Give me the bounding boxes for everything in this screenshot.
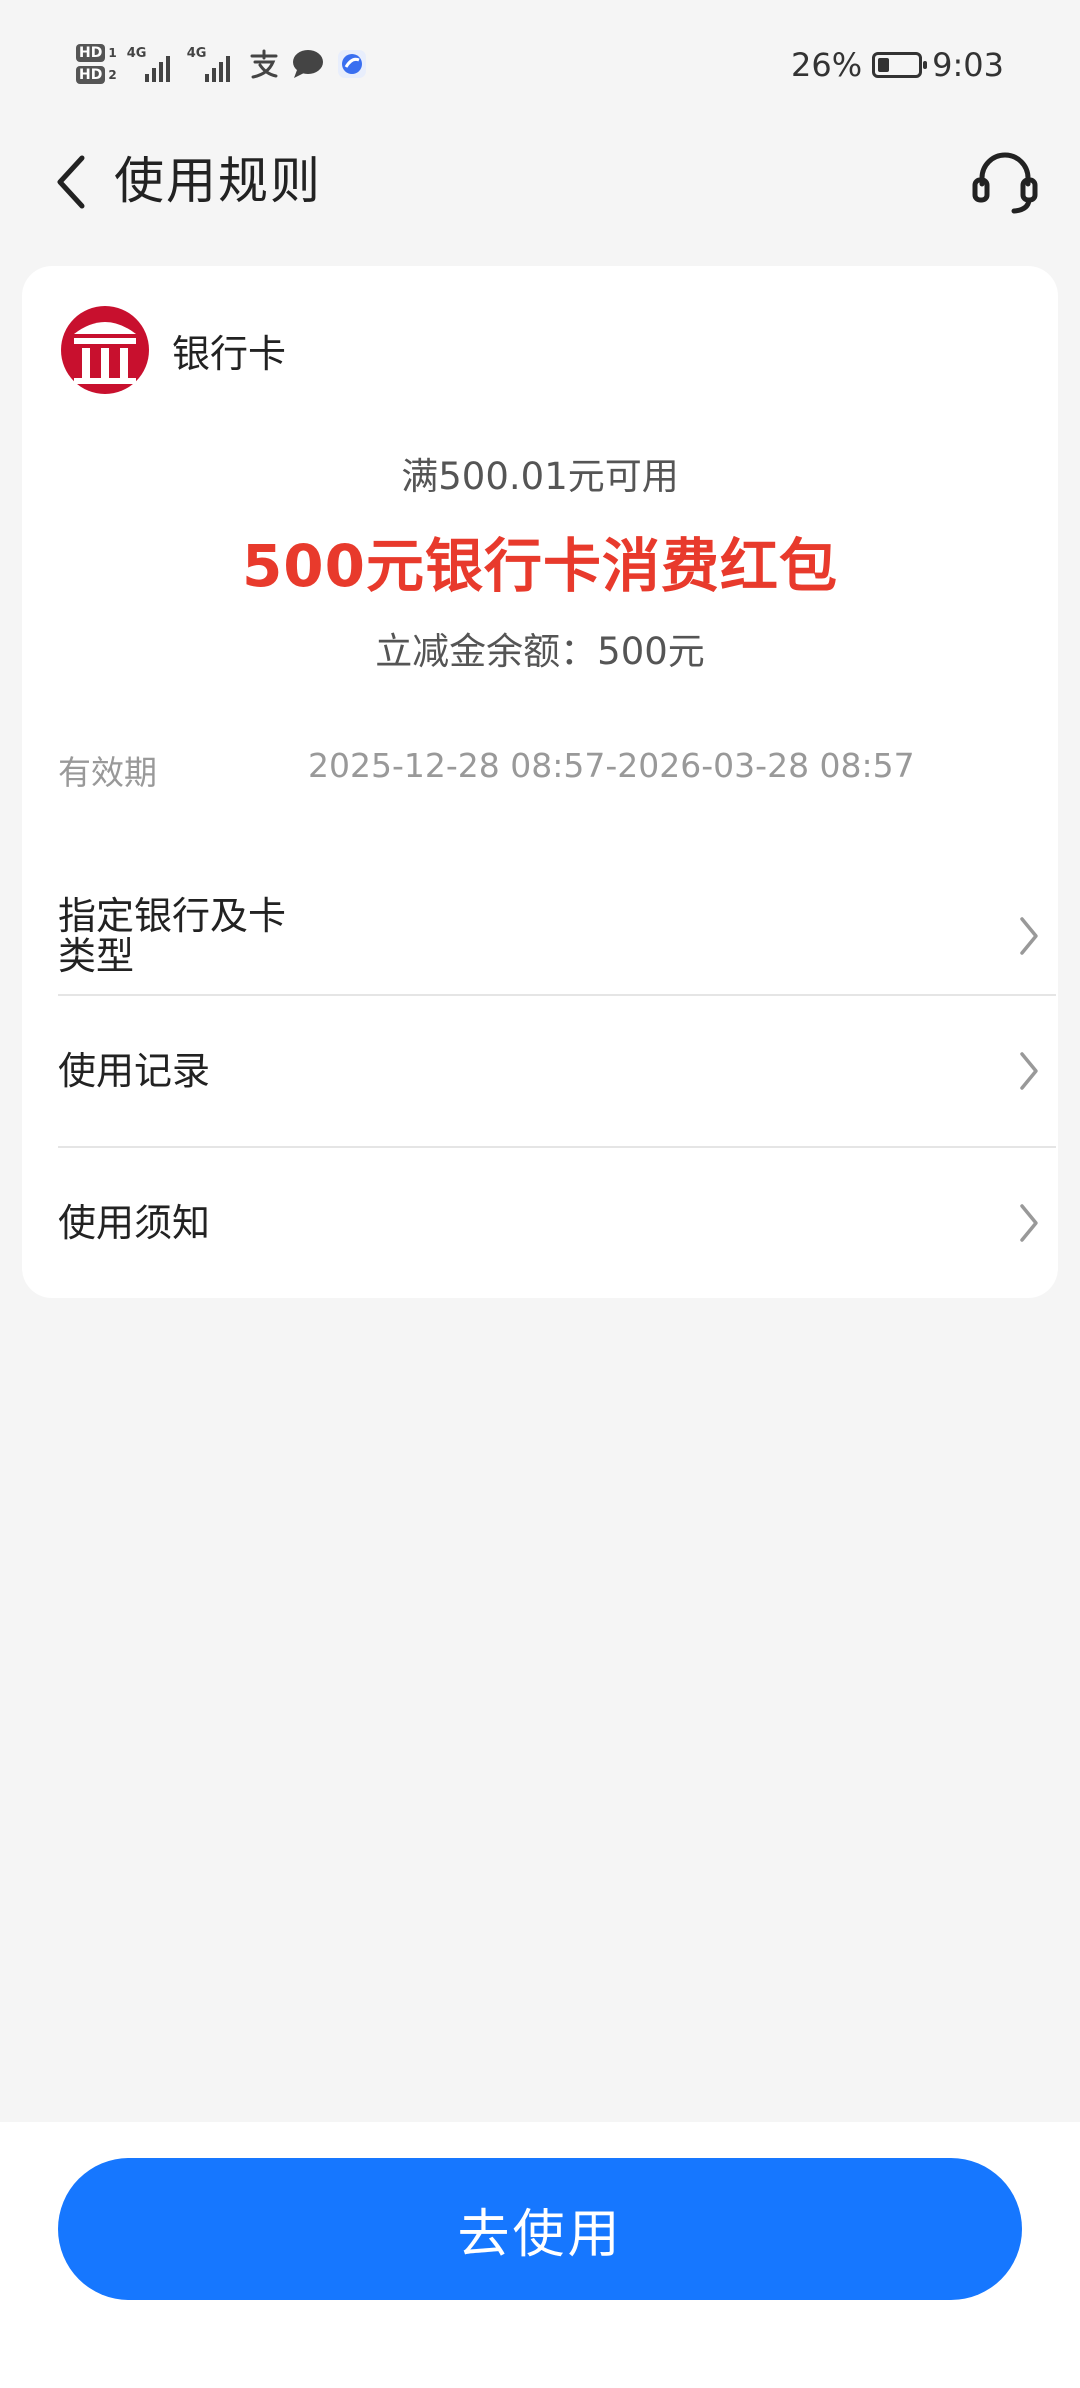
menu-item-bank-card-types[interactable]: 指定银行及卡类型 — [58, 878, 1056, 994]
hd-indicators: HD 1 HD 2 — [76, 44, 117, 84]
validity-label: 有效期 — [58, 753, 157, 792]
menu-item-label: 使用记录 — [58, 1049, 211, 1093]
usage-condition: 满500.01元可用 — [401, 455, 679, 498]
menu-item-usage-notes[interactable]: 使用须知 — [58, 1148, 1056, 1298]
network-type-2: 4G — [186, 46, 207, 61]
hd2-label: HD — [76, 66, 106, 84]
header: 使用规则 — [0, 130, 1080, 250]
network-type-1: 4G — [126, 46, 147, 61]
menu-item-label: 使用须知 — [58, 1201, 211, 1245]
customer-service-button[interactable] — [960, 136, 1050, 226]
battery-percent: 26% — [791, 46, 863, 84]
hd1-sim: 1 — [108, 46, 117, 60]
message-icon — [291, 47, 325, 81]
menu-item-label: 指定银行及卡类型 — [58, 894, 287, 978]
status-bar: HD 1 HD 2 4G 4G 26% 9:03 — [0, 0, 1080, 130]
alipay-icon — [247, 47, 281, 81]
coupon-balance: 立减金余额：500元 — [375, 630, 705, 673]
coupon-card: 银行卡 满500.01元可用 500元银行卡消费红包 立减金余额：500元 有效… — [22, 266, 1058, 1298]
use-now-button[interactable]: 去使用 — [58, 2158, 1022, 2300]
back-button[interactable] — [30, 142, 110, 222]
app-icon — [335, 47, 369, 81]
hd2-sim: 2 — [108, 68, 117, 82]
bank-name: 银行卡 — [172, 331, 287, 376]
signal-icon-2: 4G — [187, 44, 237, 84]
bank-logo-icon — [61, 306, 149, 394]
menu-item-usage-records[interactable]: 使用记录 — [58, 996, 1056, 1146]
headset-icon — [972, 152, 1038, 214]
validity-value: 2025-12-28 08:57-2026-03-28 08:57 — [308, 746, 915, 785]
page-title: 使用规则 — [114, 152, 322, 210]
coupon-title: 500元银行卡消费红包 — [241, 532, 839, 600]
chevron-left-icon — [57, 155, 85, 209]
clock: 9:03 — [932, 46, 1004, 84]
bottom-bar: 去使用 — [0, 2122, 1080, 2388]
chevron-right-icon — [1014, 1047, 1044, 1095]
page: HD 1 HD 2 4G 4G 26% 9:03 使用规则 银行卡 满500.0… — [0, 0, 1080, 2388]
bank-row: 银行卡 — [60, 304, 286, 396]
chevron-right-icon — [1014, 912, 1044, 960]
hd1-label: HD — [76, 44, 106, 62]
battery-icon — [872, 52, 928, 78]
signal-icon-1: 4G — [127, 44, 177, 84]
chevron-right-icon — [1014, 1199, 1044, 1247]
